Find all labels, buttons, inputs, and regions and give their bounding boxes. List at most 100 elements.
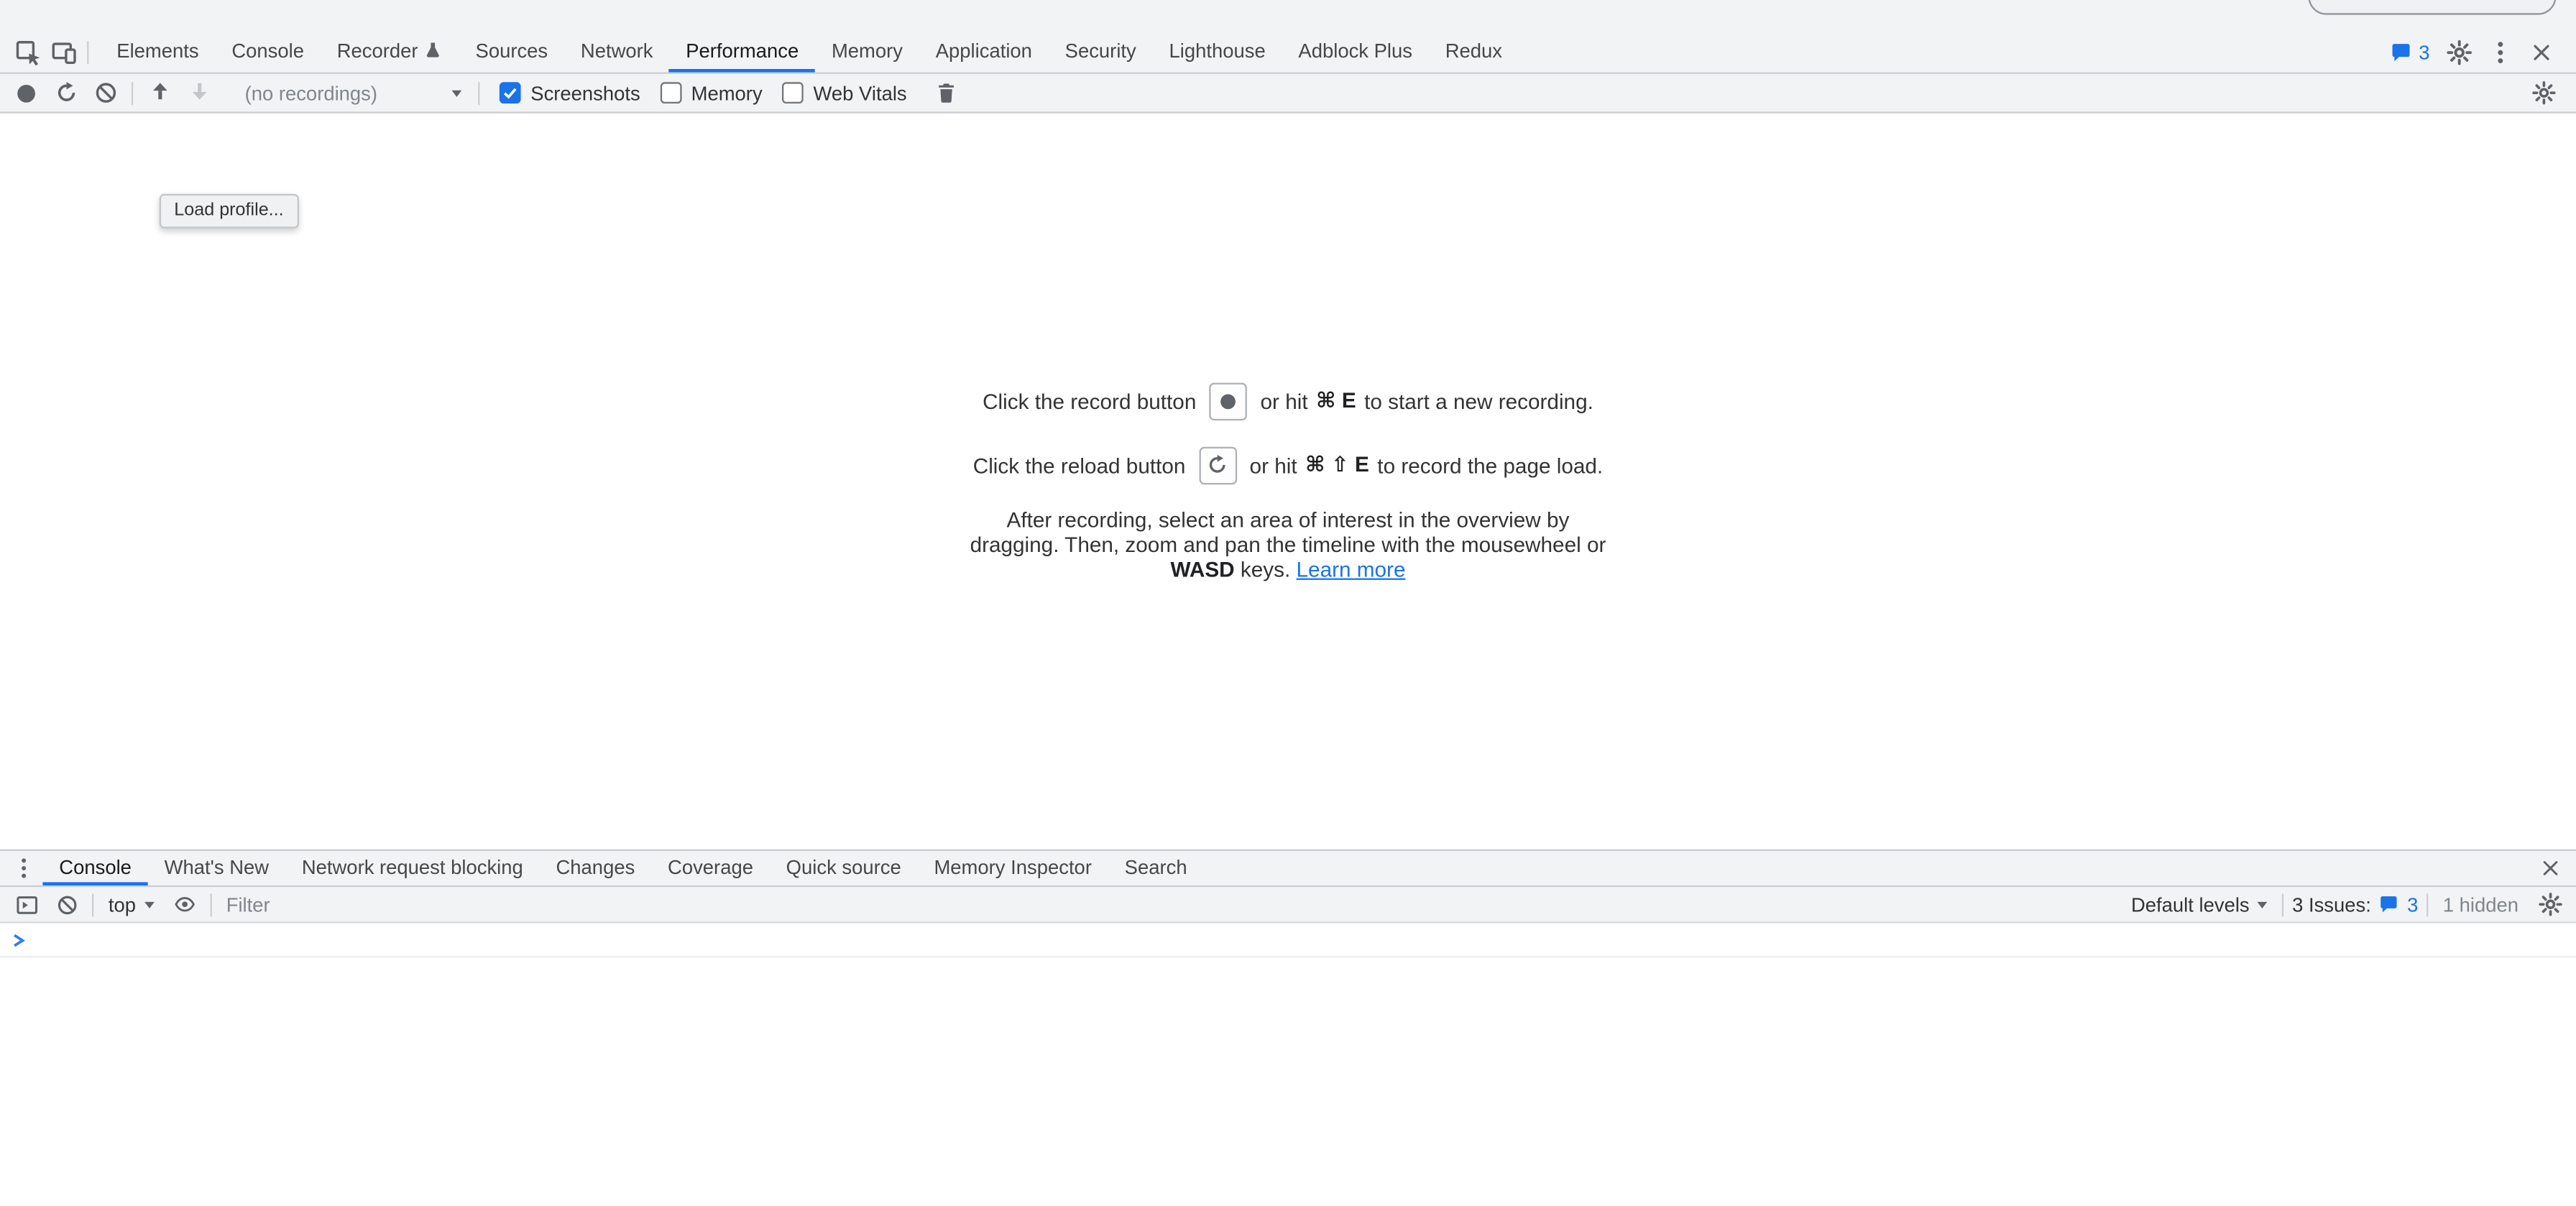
tab-recorder[interactable]: Recorder (321, 31, 459, 72)
issues-label: 3 Issues: (2292, 893, 2371, 916)
record-hint-button[interactable] (1210, 382, 1248, 420)
settings-gear-button[interactable] (2442, 34, 2478, 70)
console-issues-button[interactable]: 3 Issues: 3 (2292, 893, 2418, 916)
tab-console[interactable]: Console (215, 31, 320, 72)
log-levels-dropdown[interactable]: Default levels (2125, 893, 2274, 916)
console-prompt-chevron-icon (12, 932, 27, 947)
tab-elements[interactable]: Elements (100, 31, 215, 72)
tab-label: Recorder (337, 39, 418, 62)
drawer-tab-network-request-blocking[interactable]: Network request blocking (285, 851, 540, 885)
record-hint-mid: or hit (1261, 389, 1308, 413)
live-expression-eye-button[interactable] (169, 888, 202, 921)
reload-hint-mid: or hit (1250, 453, 1297, 477)
console-toolbar: top Default levels 3 Issues: (0, 887, 2576, 923)
console-sidebar-toggle-button[interactable] (10, 888, 43, 921)
drawer-tab-search[interactable]: Search (1108, 851, 1204, 885)
toolbar-separator (2282, 893, 2283, 916)
screenshots-label: Screenshots (530, 81, 640, 104)
instructions-tail: keys. (1241, 556, 1290, 581)
garbage-collect-button[interactable] (930, 76, 963, 109)
drawer-tab-coverage[interactable]: Coverage (651, 851, 770, 885)
capture-settings-gear-button[interactable] (2526, 76, 2559, 109)
issues-count: 3 (2419, 40, 2429, 63)
drawer-tab-label: What's New (165, 855, 269, 878)
screenshots-checkbox-group[interactable]: Screenshots (500, 81, 640, 104)
console-messages-area[interactable] (0, 958, 2576, 1205)
console-filter-input[interactable] (220, 893, 2117, 916)
issues-button[interactable]: 3 (2389, 40, 2429, 63)
performance-landing: Click the record button or hit ⌘ E to st… (0, 114, 2576, 850)
main-toolbar-right: 3 (2389, 34, 2559, 70)
web-vitals-label: Web Vitals (814, 81, 907, 104)
reload-hint-line: Click the reload button or hit ⌘ ⇧ E to … (973, 446, 1603, 484)
drawer-tab-label: Search (1125, 855, 1187, 878)
clear-button[interactable] (88, 76, 121, 109)
reload-hint-prefix: Click the reload button (973, 453, 1186, 477)
record-hint-line: Click the record button or hit ⌘ E to st… (983, 382, 1593, 420)
tab-sources[interactable]: Sources (459, 31, 564, 72)
recordings-dropdown[interactable]: (no recordings) (245, 81, 462, 104)
record-hint-prefix: Click the record button (983, 389, 1196, 413)
log-levels-value: Default levels (2131, 893, 2250, 916)
tab-redux[interactable]: Redux (1429, 31, 1519, 72)
tab-memory[interactable]: Memory (815, 31, 919, 72)
drawer-more-tools-button[interactable] (4, 851, 43, 885)
issues-bubble-icon (2378, 893, 2401, 915)
drawer-tab-whats-new[interactable]: What's New (148, 851, 285, 885)
devtools-window: Elements Console Recorder Sources Networ… (0, 0, 2576, 1206)
performance-toolbar: (no recordings) Screenshots Memory Web V… (0, 74, 2576, 114)
drawer-tab-label: Network request blocking (302, 855, 523, 878)
tab-label: Adblock Plus (1298, 39, 1412, 62)
memory-checkbox[interactable] (660, 82, 681, 103)
web-vitals-checkbox[interactable] (782, 82, 804, 103)
tab-label: Network (581, 39, 653, 62)
tab-label: Elements (116, 39, 198, 62)
record-button[interactable] (10, 76, 43, 109)
clear-console-button[interactable] (51, 888, 84, 921)
main-toolbar: Elements Console Recorder Sources Networ… (0, 0, 2576, 74)
tab-security[interactable]: Security (1049, 31, 1153, 72)
instructions-text: After recording, select an area of inter… (970, 507, 1606, 556)
chevron-down-icon (452, 90, 462, 96)
tab-performance[interactable]: Performance (669, 31, 815, 72)
javascript-context-dropdown[interactable]: top (102, 893, 161, 916)
tab-label: Application (936, 39, 1032, 62)
drawer-tab-console[interactable]: Console (42, 851, 147, 885)
console-prompt[interactable] (0, 924, 2576, 958)
memory-checkbox-group[interactable]: Memory (660, 81, 762, 104)
toolbar-separator (478, 81, 479, 104)
drawer-tab-memory-inspector[interactable]: Memory Inspector (918, 851, 1108, 885)
toolbar-separator (210, 893, 211, 916)
save-profile-button[interactable] (183, 76, 216, 109)
instructions-paragraph: After recording, select an area of inter… (961, 507, 1615, 581)
reload-record-button[interactable] (50, 76, 83, 109)
tab-network[interactable]: Network (564, 31, 669, 72)
experiment-flask-icon (425, 41, 443, 59)
console-settings-gear-button[interactable] (2534, 888, 2567, 921)
reload-hint-keys: ⌘ ⇧ E (1305, 452, 1369, 479)
load-profile-button[interactable] (143, 76, 176, 109)
inspect-element-button[interactable] (10, 34, 46, 70)
close-devtools-button[interactable] (2524, 34, 2559, 70)
drawer-tab-quick-source[interactable]: Quick source (770, 851, 918, 885)
close-drawer-button[interactable] (2530, 851, 2570, 885)
tab-application[interactable]: Application (919, 31, 1049, 72)
chevron-down-icon (2258, 901, 2268, 908)
web-vitals-checkbox-group[interactable]: Web Vitals (782, 81, 907, 104)
tab-adblock-plus[interactable]: Adblock Plus (1282, 31, 1429, 72)
learn-more-link[interactable]: Learn more (1297, 556, 1406, 581)
load-profile-tooltip: Load profile... (160, 194, 298, 229)
screenshots-checkbox[interactable] (500, 82, 521, 103)
more-options-button[interactable] (2489, 34, 2512, 70)
tab-label: Security (1065, 39, 1136, 62)
tab-lighthouse[interactable]: Lighthouse (1153, 31, 1282, 72)
drawer-tab-label: Quick source (786, 855, 901, 878)
drawer-tab-changes[interactable]: Changes (540, 851, 652, 885)
tab-label: Performance (686, 39, 799, 62)
toolbar-separator (132, 81, 133, 104)
drawer-tab-label: Changes (556, 855, 635, 878)
device-toolbar-button[interactable] (46, 34, 82, 70)
record-hint-suffix: to start a new recording. (1364, 389, 1593, 413)
reload-hint-button[interactable] (1199, 446, 1237, 484)
javascript-context-value: top (109, 893, 136, 916)
